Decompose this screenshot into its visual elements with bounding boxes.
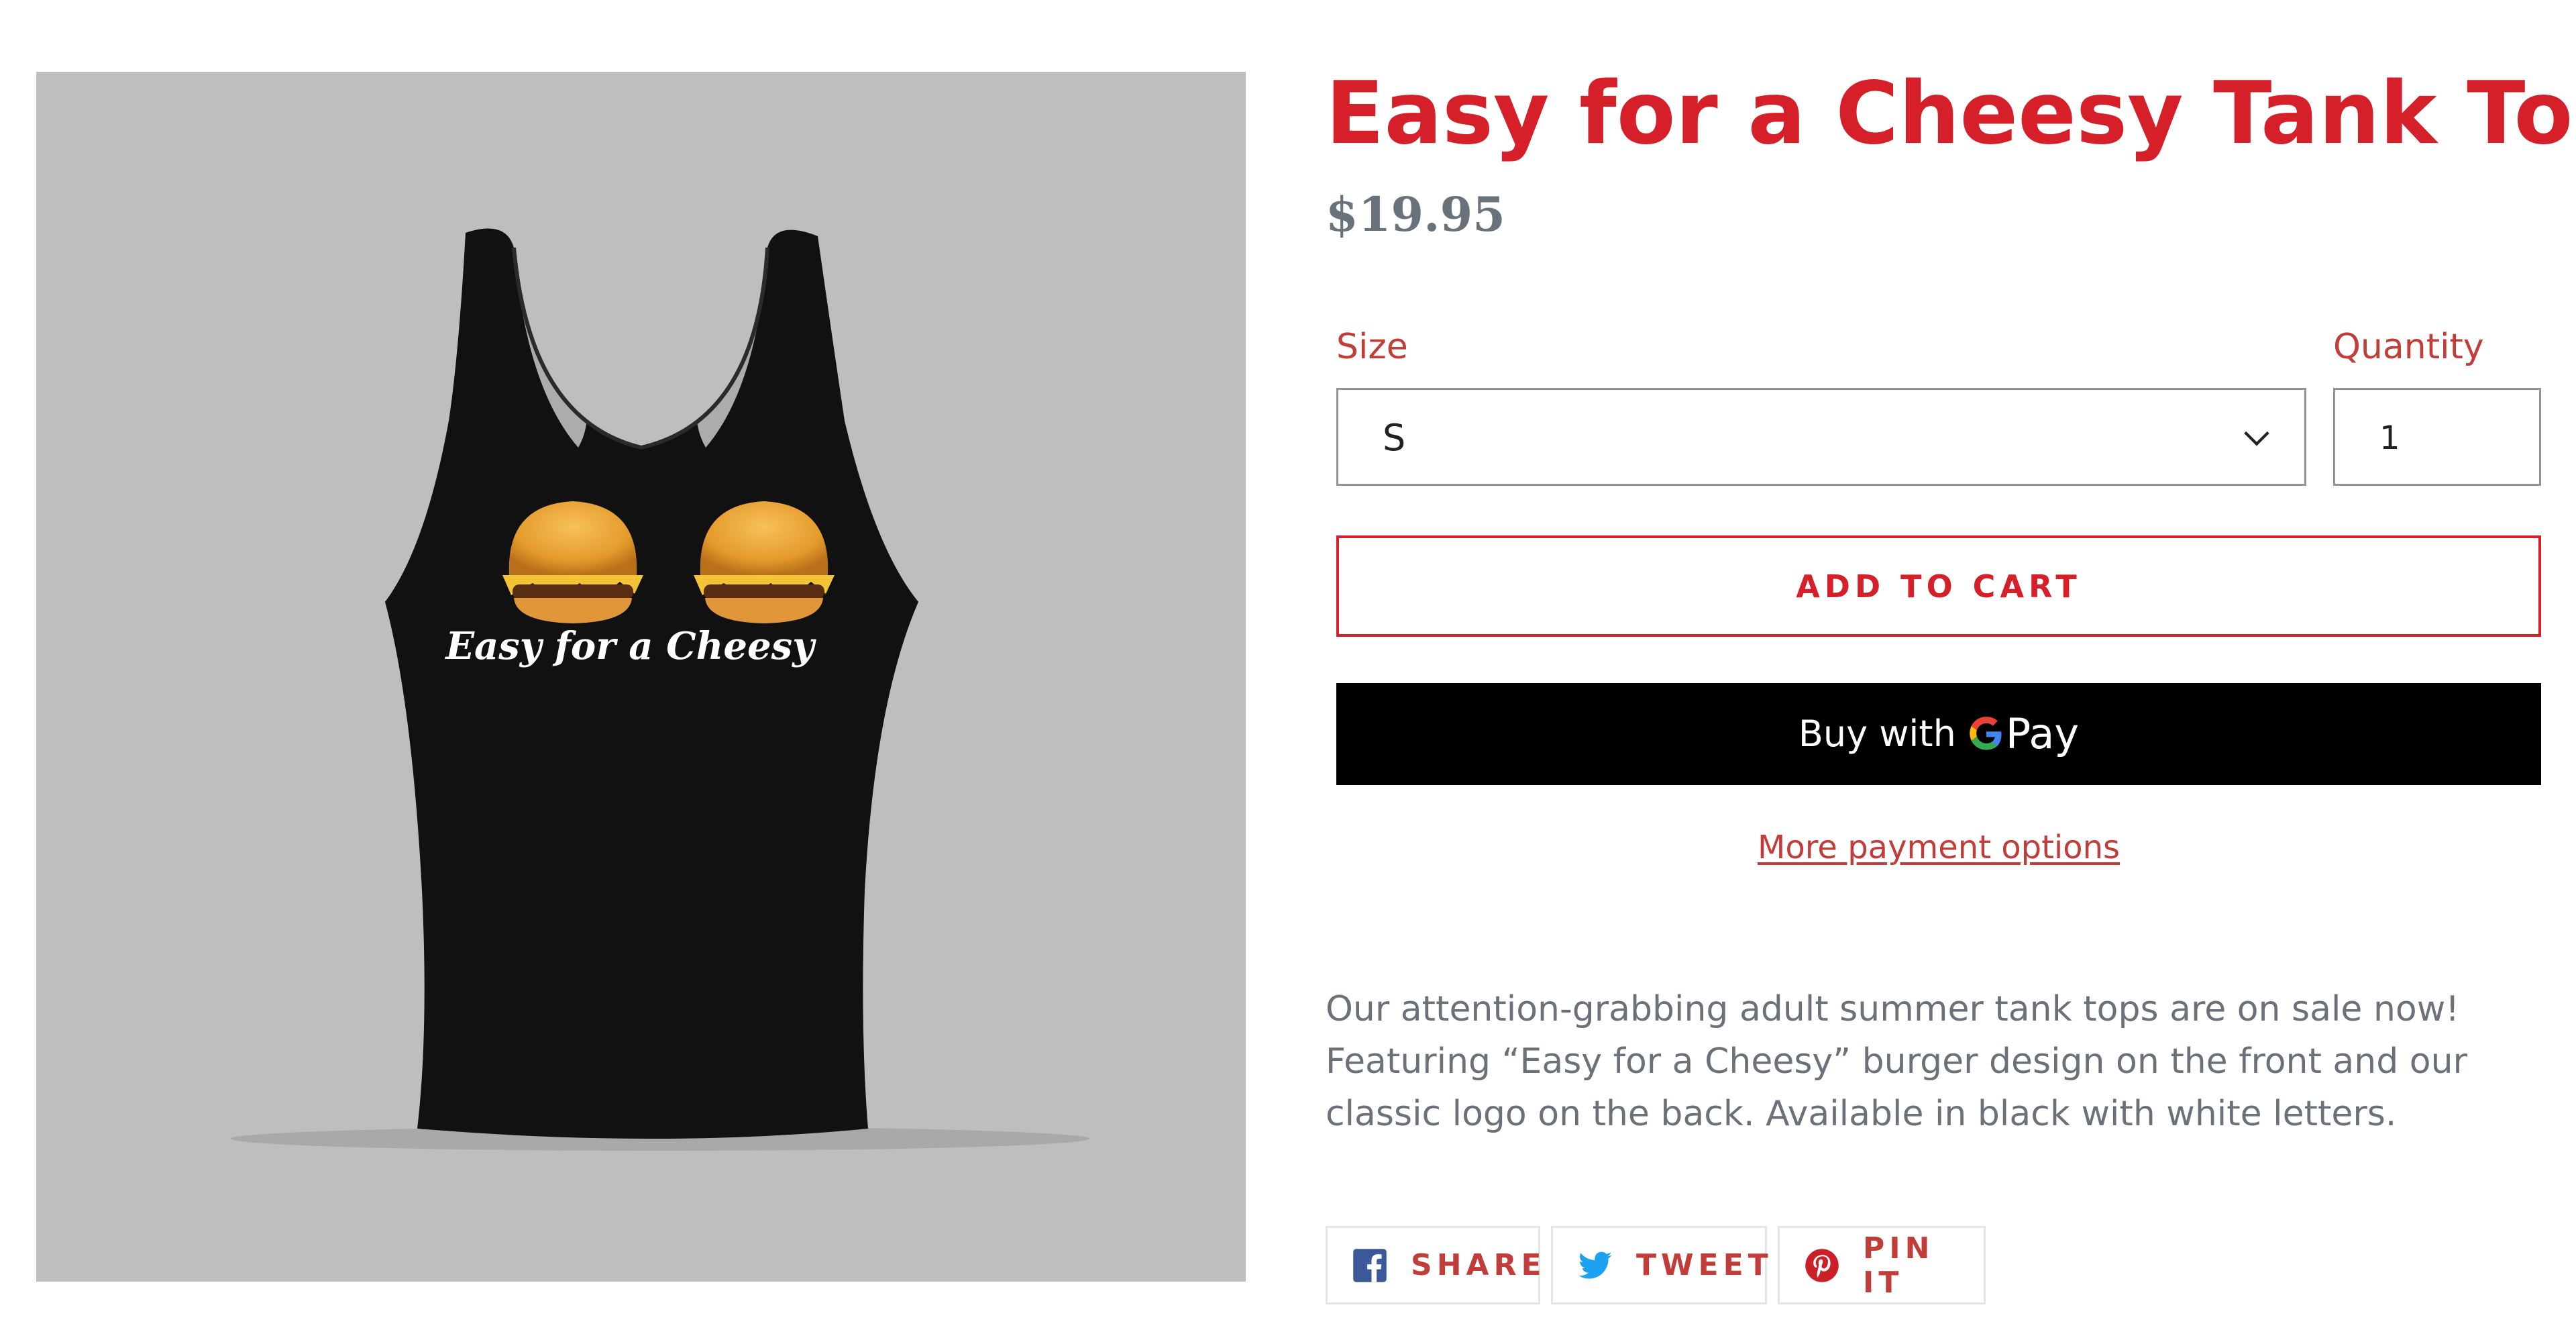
google-g-icon <box>1970 717 2002 750</box>
share-pinterest-button[interactable]: PIN IT <box>1778 1226 1986 1304</box>
size-selected-value: S <box>1383 417 1406 459</box>
size-select[interactable]: S <box>1336 388 2306 486</box>
tank-top-shape <box>385 228 918 1139</box>
pinterest-icon <box>1805 1248 1839 1282</box>
share-facebook-button[interactable]: SHARE <box>1326 1226 1542 1304</box>
quantity-value: 1 <box>2379 419 2400 457</box>
more-payment-options-link[interactable]: More payment options <box>1336 824 2541 871</box>
tank-top-illustration: Easy for a Cheesy <box>231 228 1089 1151</box>
gpay-prefix: Buy with <box>1798 713 1956 755</box>
quantity-input[interactable]: 1 <box>2333 388 2541 486</box>
product-title: Easy for a Cheesy Tank Top <box>1326 64 2576 164</box>
share-facebook-label: SHARE <box>1411 1248 1546 1282</box>
share-twitter-label: TWEET <box>1636 1248 1773 1282</box>
size-label: Size <box>1336 327 1408 367</box>
gpay-word: Pay <box>2005 709 2080 758</box>
chevron-down-icon <box>2244 431 2269 446</box>
share-twitter-button[interactable]: TWEET <box>1551 1226 1768 1304</box>
add-to-cart-label: ADD TO CART <box>1796 568 2082 605</box>
quantity-label: Quantity <box>2333 327 2484 367</box>
add-to-cart-button[interactable]: ADD TO CART <box>1336 535 2541 637</box>
facebook-icon <box>1353 1248 1387 1282</box>
google-pay-button[interactable]: Buy with Pay <box>1336 683 2541 785</box>
share-pinterest-label: PIN IT <box>1863 1231 1935 1300</box>
twitter-icon <box>1578 1251 1612 1279</box>
product-image[interactable]: Easy for a Cheesy <box>36 72 1246 1282</box>
product-description: Our attention-grabbing adult summer tank… <box>1326 989 2467 1134</box>
shirt-slogan: Easy for a Cheesy <box>444 624 816 668</box>
product-price: $19.95 <box>1326 187 1505 242</box>
